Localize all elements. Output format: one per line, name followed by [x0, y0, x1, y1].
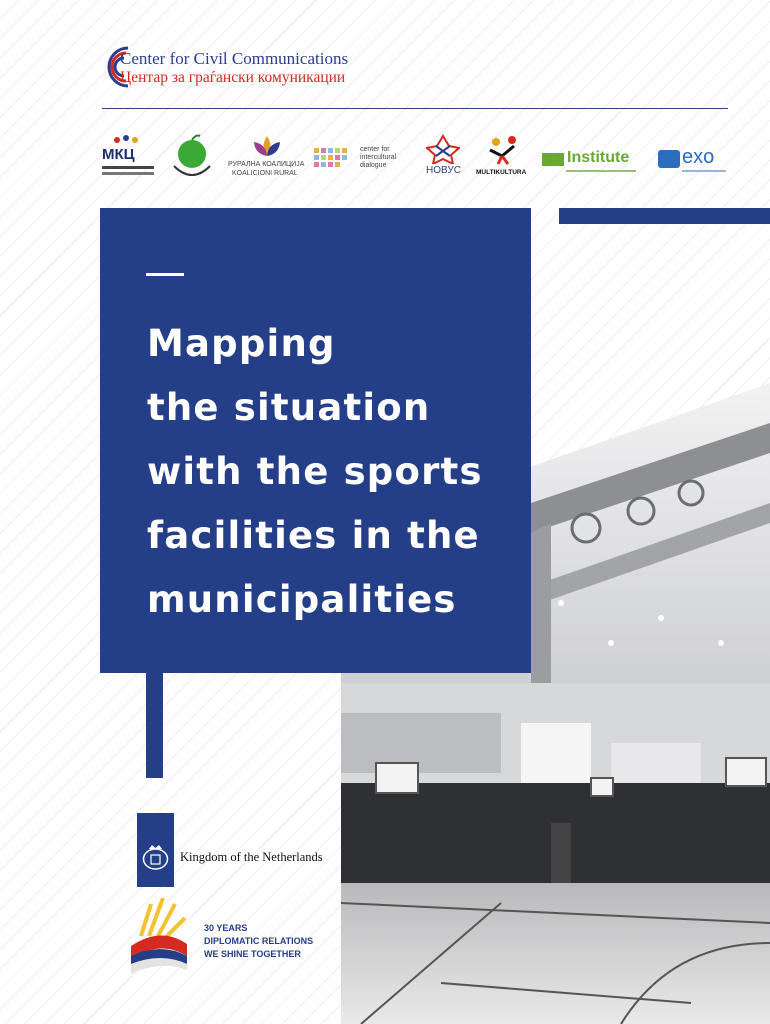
ruralna-label-mk: РУРАЛНА КОАЛИЦИЈА	[228, 161, 305, 168]
zip-institute-logo: Institute	[542, 134, 646, 186]
accent-bar-vertical	[146, 672, 163, 778]
multikultura-figures-icon	[489, 136, 516, 165]
cid-label: center for	[360, 146, 390, 153]
org-name-mk: Центар за граѓански комуникации	[120, 69, 346, 86]
title-line: facilities in the	[147, 514, 480, 557]
novus-wordmark: НОВУС	[426, 165, 461, 176]
mkc-subline	[102, 166, 154, 169]
mkc-wordmark: МКЦ	[102, 146, 135, 163]
exo-subline	[682, 170, 726, 172]
exo-logo: exo	[658, 134, 730, 186]
center-intercultural-dialogue-logo: center for intercultural dialogue	[314, 134, 404, 186]
title-panel: Mapping the situation with the sports fa…	[100, 208, 531, 673]
green-apple-logo	[170, 134, 214, 186]
title-line: the situation	[147, 386, 431, 429]
novus-logo: НОВУС	[420, 134, 466, 186]
apple-hands-icon	[173, 134, 211, 176]
netherlands-coat-of-arms-icon	[137, 813, 174, 887]
cid-label: dialogue	[360, 162, 387, 169]
cid-label: intercultural	[360, 154, 397, 161]
exo-badge-icon	[658, 150, 680, 168]
ruralna-koalicija-logo: РУРАЛНА КОАЛИЦИЈА KOALICIONI RURAL	[228, 134, 304, 186]
anniversary-line: WE SHINE TOGETHER	[204, 949, 301, 959]
zip-badge-icon	[542, 153, 564, 166]
accent-bar-top-right	[559, 208, 770, 224]
title-line: with the sports	[147, 450, 483, 493]
title-line: Mapping	[147, 322, 336, 365]
multikultura-wordmark: MULTIKULTURA	[476, 169, 527, 176]
exo-wordmark: exo	[682, 146, 715, 168]
lion-crest-icon	[142, 845, 169, 870]
lotus-icon	[254, 136, 280, 156]
thirty-years-sun-icon	[131, 897, 187, 974]
zip-subline	[566, 170, 636, 172]
org-name-en: Center for Civil Communications	[120, 49, 349, 68]
dots-grid-icon	[314, 148, 347, 167]
title-line: municipalities	[147, 578, 457, 621]
anniversary-line: DIPLOMATIC RELATIONS	[204, 936, 314, 946]
multikultura-logo: MULTIKULTURA	[476, 134, 536, 186]
header-divider	[102, 108, 728, 109]
mkc-subline	[102, 172, 154, 175]
novus-star-icon	[426, 134, 460, 164]
mkc-logo: МКЦ	[102, 134, 160, 186]
ruralna-label-sq: KOALICIONI RURAL	[232, 170, 298, 177]
report-title: Mapping the situation with the sports fa…	[147, 312, 517, 632]
zip-wordmark: Institute	[567, 149, 630, 166]
sponsor-name: Kingdom of the Netherlands	[180, 850, 323, 864]
title-dash	[146, 273, 184, 276]
ccc-logo: Center for Civil Communications Центар з…	[100, 44, 400, 90]
anniversary-line: 30 YEARS	[204, 923, 248, 933]
